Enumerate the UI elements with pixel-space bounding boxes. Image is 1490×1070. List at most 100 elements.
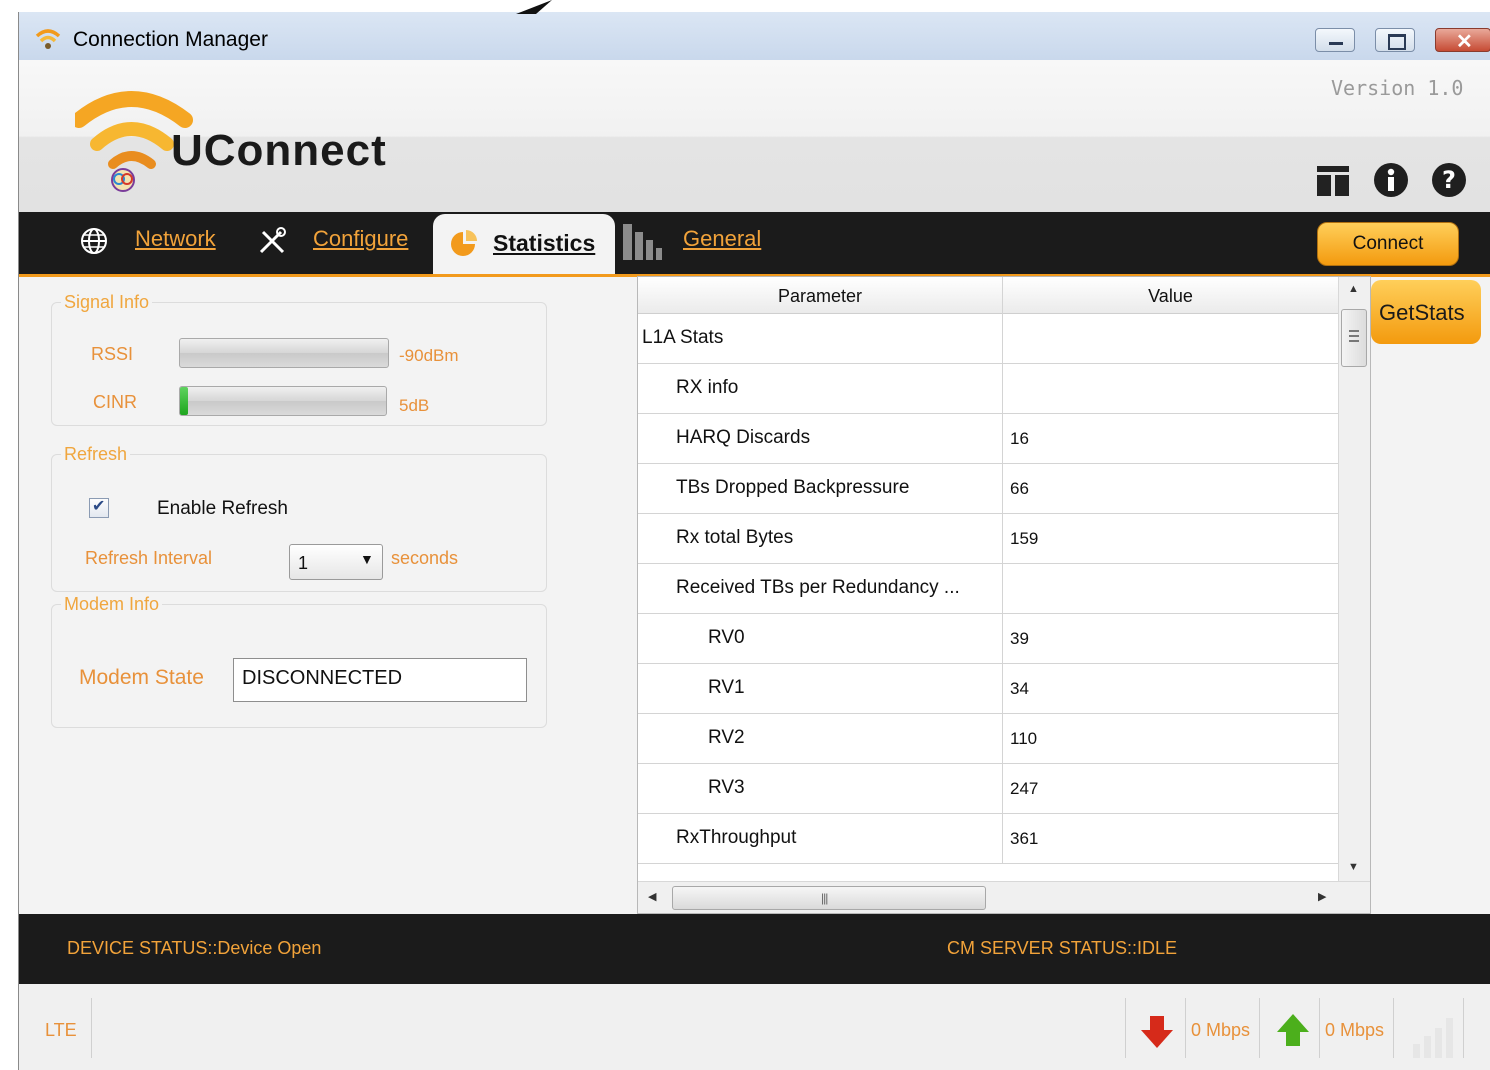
table-body: L1A Stats RX info HARQ Discards 16 TBs Dropp…	[638, 313, 1338, 881]
grip-icon	[1349, 340, 1359, 342]
column-header-parameter[interactable]: Parameter	[638, 286, 1002, 307]
server-status: CM SERVER STATUS::IDLE	[947, 938, 1178, 958]
enable-refresh-checkbox[interactable]: ✔	[89, 498, 109, 518]
cinr-value: 5dB	[399, 396, 430, 415]
tools-icon	[259, 227, 286, 254]
title-bar: Connection Manager ✕	[19, 12, 1490, 60]
table-row[interactable]: L1A Stats	[638, 313, 1338, 364]
tab-network[interactable]: Network	[135, 226, 216, 252]
parameter-cell: RX info	[676, 377, 739, 398]
bars-icon	[623, 224, 662, 260]
minimize-button[interactable]	[1315, 28, 1355, 52]
divider	[1319, 998, 1320, 1058]
maximize-icon	[1388, 34, 1406, 50]
info-icon[interactable]	[1373, 162, 1409, 198]
getstats-label: GetStats	[1379, 300, 1465, 325]
value-cell: 34	[1010, 679, 1029, 698]
value-cell: 39	[1010, 629, 1029, 648]
column-divider	[1002, 413, 1003, 463]
table-row[interactable]: RV2 110	[638, 713, 1338, 764]
connect-button[interactable]: Connect	[1317, 222, 1459, 266]
modem-state-value: DISCONNECTED	[242, 667, 403, 689]
divider	[91, 998, 92, 1058]
table-row[interactable]: RV3 247	[638, 763, 1338, 814]
column-divider	[1002, 763, 1003, 813]
table-icon[interactable]	[1315, 162, 1351, 198]
version-label: Version 1.0	[1331, 76, 1464, 100]
vertical-scrollbar[interactable]: ▲ ▼	[1338, 277, 1370, 881]
enable-refresh-label: Enable Refresh	[157, 498, 288, 519]
parameter-cell: HARQ Discards	[676, 427, 811, 448]
divider	[1185, 998, 1186, 1058]
table-row[interactable]: RxThroughput 361	[638, 813, 1338, 864]
close-button[interactable]: ✕	[1435, 28, 1490, 53]
column-divider	[1002, 513, 1003, 563]
parameter-cell: RxThroughput	[676, 827, 797, 848]
refresh-interval-label: Refresh Interval	[85, 548, 213, 568]
column-divider	[1002, 613, 1003, 663]
rssi-bar	[179, 338, 389, 368]
minimize-icon	[1329, 42, 1343, 45]
bottom-bar: LTE 0 Mbps 0 Mbps	[19, 984, 1490, 1070]
network-type: LTE	[45, 1020, 77, 1040]
column-divider	[1002, 313, 1003, 363]
window-title: Connection Manager	[73, 28, 268, 51]
parameter-cell: TBs Dropped Backpressure	[676, 477, 910, 498]
horizontal-scrollbar[interactable]: ◀ ||| ▶	[638, 881, 1370, 913]
divider	[1259, 998, 1260, 1058]
app-window: Connection Manager ✕ Version 1.0 UConnec…	[18, 12, 1490, 1070]
value-cell: 16	[1010, 429, 1029, 448]
table-row[interactable]: HARQ Discards 16	[638, 413, 1338, 464]
horizontal-scroll-thumb[interactable]: |||	[672, 886, 986, 910]
refresh-interval-unit: seconds	[391, 548, 459, 568]
close-icon: ✕	[1456, 31, 1473, 53]
refresh-interval-value: 1	[298, 553, 309, 573]
download-speed: 0 Mbps	[1191, 1020, 1251, 1040]
value-cell: 110	[1010, 729, 1038, 748]
table-row[interactable]: TBs Dropped Backpressure 66	[638, 463, 1338, 514]
upload-speed: 0 Mbps	[1325, 1020, 1385, 1040]
column-divider	[1002, 813, 1003, 863]
modem-state-label: Modem State	[79, 666, 204, 689]
rssi-value: -90dBm	[399, 346, 459, 365]
table-row[interactable]: Rx total Bytes 159	[638, 513, 1338, 564]
table-row[interactable]: Received TBs per Redundancy ...	[638, 563, 1338, 614]
grip-icon	[1349, 330, 1359, 332]
stats-table: Parameter Value L1A Stats RX info HARQ Dis…	[637, 276, 1371, 914]
refresh-interval-select[interactable]: 1 ▼	[289, 544, 383, 580]
status-bar: DEVICE STATUS::Device Open CM SERVER STA…	[19, 914, 1490, 984]
value-cell: 247	[1010, 779, 1039, 798]
parameter-cell: RV3	[708, 777, 745, 798]
cinr-bar-fill	[180, 387, 189, 415]
tab-configure[interactable]: Configure	[313, 226, 408, 252]
column-divider	[1002, 563, 1003, 613]
maximize-button[interactable]	[1375, 28, 1415, 52]
vertical-scroll-thumb[interactable]	[1341, 309, 1367, 367]
table-row[interactable]: RV1 34	[638, 663, 1338, 714]
table-row[interactable]: RV0 39	[638, 613, 1338, 664]
scroll-left-icon[interactable]: ◀	[648, 890, 656, 903]
help-icon[interactable]: ?	[1431, 162, 1467, 198]
chevron-down-icon: ▼	[360, 551, 374, 567]
column-divider	[1002, 713, 1003, 763]
scroll-up-icon[interactable]: ▲	[1348, 283, 1359, 295]
table-header: Parameter Value	[638, 277, 1338, 314]
column-header-value[interactable]: Value	[1003, 286, 1338, 307]
scroll-right-icon[interactable]: ▶	[1318, 890, 1326, 903]
parameter-cell: RV2	[708, 727, 745, 748]
divider	[1125, 998, 1126, 1058]
getstats-button[interactable]: GetStats	[1371, 280, 1481, 344]
column-divider	[1002, 663, 1003, 713]
modem-info-legend: Modem Info	[61, 594, 163, 615]
tab-general[interactable]: General	[683, 226, 761, 252]
cursor-icon	[516, 0, 552, 14]
tab-statistics[interactable]: Statistics	[433, 214, 615, 274]
parameter-cell: Rx total Bytes	[676, 527, 794, 548]
wifi-icon	[35, 29, 61, 49]
table-row[interactable]: RX info	[638, 363, 1338, 414]
parameter-cell: Received TBs per Redundancy ...	[676, 577, 960, 598]
scroll-down-icon[interactable]: ▼	[1348, 861, 1359, 873]
column-divider	[1002, 463, 1003, 513]
parameter-cell: RV0	[708, 627, 745, 648]
tab-statistics-label: Statistics	[493, 230, 596, 256]
